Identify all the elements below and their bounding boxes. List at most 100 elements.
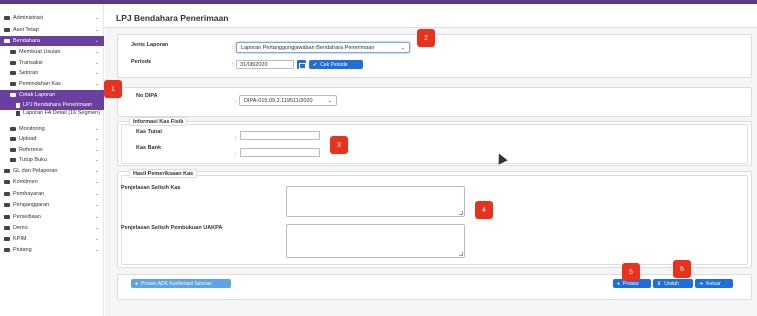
colon: : (232, 45, 234, 51)
gear-icon: ● (617, 280, 621, 287)
colon: : (235, 135, 237, 141)
chevron-up-icon: ⌃ (94, 92, 99, 98)
proses-adk-label: Proses ADK Konfirmasi Setoran (141, 280, 212, 287)
sidebar-item-label: Demo (13, 225, 28, 231)
no-dipa-value: DIPA-015.09.2.119511/2020 (244, 98, 313, 104)
sidebar-item-persediaan[interactable]: Persediaan ⌄ (0, 212, 104, 222)
chevron-down-icon: ⌄ (94, 214, 99, 220)
folder-icon (4, 226, 10, 230)
folder-icon (10, 82, 16, 86)
selisih-kas-textarea[interactable] (286, 186, 465, 217)
sidebar-item-label: GL dan Pelaporan (13, 168, 58, 174)
document-icon (16, 111, 20, 116)
sidebar-item-label: Bendahara (13, 38, 40, 44)
chevron-down-icon: ⌄ (94, 15, 99, 21)
sidebar-item-membuat-usulan[interactable]: Membuat Usulan ⌄ (0, 47, 104, 57)
proses-adk-button[interactable]: ● Proses ADK Konfirmasi Setoran (131, 279, 231, 288)
sidebar-item-label: Membuat Usulan (19, 49, 61, 55)
jenis-laporan-select[interactable]: Laporan Pertanggungjawaban Bendahara Pen… (236, 42, 410, 53)
folder-icon (10, 127, 16, 131)
sidebar-item-referensi[interactable]: Referensi ⌄ (0, 145, 104, 155)
sidebar-item-label: Pembayaran (13, 191, 45, 197)
chevron-down-icon: ⌄ (94, 202, 99, 208)
document-icon (16, 102, 20, 108)
sidebar-item-setoran[interactable]: Setoran ⌄ (0, 68, 104, 78)
selisih-uakpa-label: Penjelasan Selisih Pembukuan UAKPA (121, 225, 223, 231)
folder-icon (10, 61, 16, 65)
chevron-down-icon: ⌄ (94, 27, 99, 33)
sidebar-item-aset-tetap[interactable]: Aset Tetap ⌄ (0, 25, 104, 35)
sidebar-item-label: Administrasi (13, 15, 43, 21)
main-content: LPJ Bendahara Penerimaan Jenis Laporan :… (105, 4, 757, 316)
kas-tunai-input[interactable] (240, 131, 320, 140)
folder-icon (4, 28, 10, 32)
chevron-down-icon: ⌄ (94, 247, 99, 253)
sidebar-item-penganggaran[interactable]: Penganggaran ⌄ (0, 200, 104, 210)
folder-icon (10, 158, 16, 162)
sidebar-item-administrasi[interactable]: Administrasi ⌄ (0, 13, 104, 23)
chevron-down-icon: ⌄ (94, 38, 99, 44)
sidebar-item-lpj-bendahara-penerimaan[interactable]: LPJ Bendahara Penerimaan (0, 100, 104, 110)
chevron-down-icon: ⌄ (400, 45, 405, 51)
exit-icon: ➜ (699, 280, 704, 287)
calendar-icon[interactable] (297, 60, 306, 69)
annotation-marker-3: 3 (330, 136, 348, 154)
folder-icon (4, 192, 10, 196)
sidebar-item-cetak-laporan[interactable]: Cetak Laporan ⌃ (0, 90, 104, 100)
periode-input[interactable]: 31/08/2020 (236, 60, 294, 69)
chevron-down-icon: ⌄ (94, 168, 99, 174)
sidebar-item-label: Upload (19, 136, 37, 142)
folder-icon (10, 50, 16, 54)
folder-icon (4, 16, 10, 20)
selisih-kas-label: Penjelasan Selisih Kas (121, 185, 181, 191)
hasil-pemeriksaan-legend: Hasil Pemeriksaan Kas (129, 169, 198, 178)
sidebar-item-bendahara[interactable]: Bendahara ⌄ (0, 36, 104, 46)
sidebar-item-upload[interactable]: Upload ⌄ (0, 134, 104, 144)
sidebar-item-label: Pemindahan Kas (19, 81, 61, 87)
sidebar-item-label: Monitoring (19, 126, 45, 132)
unduh-button[interactable]: ⬇ Unduh (653, 279, 693, 288)
chevron-down-icon: ⌄ (94, 225, 99, 231)
sidebar-item-demo[interactable]: Demo ⌄ (0, 223, 104, 233)
kas-fisik-legend: Informasi Kas Fisik (129, 117, 188, 126)
folder-icon (10, 148, 16, 152)
sidebar: Administrasi ⌄ Aset Tetap ⌄ Bendahara ⌄ Mem… (0, 4, 104, 316)
keluar-button[interactable]: ➜ Keluar (695, 279, 733, 288)
no-dipa-label: No DIPA (136, 93, 158, 99)
dipa-card (117, 87, 752, 117)
sidebar-item-pembayaran[interactable]: Pembayaran ⌄ (0, 189, 104, 199)
kas-bank-input[interactable] (240, 148, 320, 157)
cek-periode-button[interactable]: ✔ Cek Periode (309, 60, 363, 69)
sidebar-item-piutang[interactable]: Piutang ⌄ (0, 245, 104, 255)
no-dipa-select[interactable]: DIPA-015.09.2.119511/2020 ⌄ (239, 95, 337, 106)
jenis-laporan-value: Laporan Pertanggungjawaban Bendahara Pen… (241, 45, 375, 51)
chevron-down-icon: ⌄ (94, 147, 99, 153)
kas-tunai-label: Kas Tunai (136, 129, 162, 135)
sidebar-item-label: Piutang (13, 247, 32, 253)
sidebar-item-monitoring[interactable]: Monitoring ⌄ (0, 124, 104, 134)
folder-icon (4, 203, 10, 207)
resize-handle-icon[interactable] (459, 211, 463, 215)
sidebar-item-label: Referensi (19, 147, 43, 153)
page-header: LPJ Bendahara Penerimaan (105, 4, 757, 28)
download-icon: ⬇ (657, 280, 662, 287)
sidebar-item-label: Persediaan (13, 214, 41, 220)
sidebar-item-pemindahan-kas[interactable]: Pemindahan Kas ⌄ (0, 79, 104, 89)
chevron-down-icon: ⌄ (94, 157, 99, 163)
chevron-down-icon: ⌄ (327, 98, 332, 104)
sidebar-item-kpim[interactable]: KPIM ⌄ (0, 234, 104, 244)
annotation-marker-5: 5 (622, 263, 640, 281)
resize-handle-icon[interactable] (459, 252, 463, 256)
sidebar-item-komitmen[interactable]: Komitmen ⌄ (0, 177, 104, 187)
unduh-label: Unduh (664, 280, 679, 287)
folder-icon (4, 237, 10, 241)
sidebar-item-gl-dan-pelaporan[interactable]: GL dan Pelaporan ⌄ (0, 166, 104, 176)
sidebar-item-transaksi[interactable]: Transaksi ⌄ (0, 58, 104, 68)
sidebar-item-tutup-buku[interactable]: Tutup Buku ⌄ (0, 155, 104, 165)
folder-icon (10, 93, 16, 97)
folder-icon (4, 169, 10, 173)
sidebar-item-label: Tutup Buku (19, 157, 47, 163)
proses-label: Proses (623, 280, 639, 287)
colon: : (232, 62, 234, 68)
selisih-uakpa-textarea[interactable] (286, 224, 465, 258)
